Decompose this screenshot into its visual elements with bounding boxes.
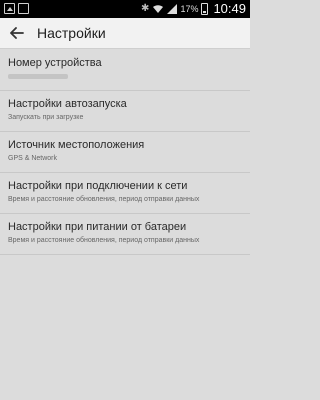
setting-device-number[interactable]: Номер устройства (0, 50, 250, 91)
image-notification-icon (4, 3, 15, 14)
setting-battery-power[interactable]: Настройки при питании от батареи Время и… (0, 214, 250, 255)
battery-icon (201, 3, 209, 15)
setting-subtitle: Время и расстояние обновления, период от… (8, 196, 200, 203)
setting-title: Настройки автозапуска (8, 98, 127, 110)
setting-location-source[interactable]: Источник местоположения GPS & Network (0, 132, 250, 173)
image-notification-icon (18, 3, 29, 14)
setting-subtitle: Запускать при загрузке (8, 114, 84, 121)
setting-title: Настройки при питании от батареи (8, 221, 187, 233)
wifi-icon (153, 5, 164, 13)
device-number-value-redacted (8, 74, 68, 79)
setting-subtitle: GPS & Network (8, 155, 58, 162)
bluetooth-icon: ✱ (141, 3, 150, 14)
clock: 10:49 (213, 1, 246, 16)
page-title: Настройки (37, 25, 106, 41)
setting-autostart[interactable]: Настройки автозапуска Запускать при загр… (0, 91, 250, 132)
status-bar-notifications (4, 3, 29, 14)
setting-subtitle: Время и расстояние обновления, период от… (8, 237, 200, 244)
setting-title: Настройки при подключении к сети (8, 180, 188, 192)
setting-network-connection[interactable]: Настройки при подключении к сети Время и… (0, 173, 250, 214)
setting-title: Номер устройства (8, 57, 102, 69)
setting-title: Источник местоположения (8, 139, 145, 151)
signal-icon (167, 4, 178, 14)
arrow-left-icon (10, 27, 24, 39)
status-bar-system: ✱ 17% 10:49 (141, 2, 246, 16)
battery-percent: 17% (180, 4, 199, 14)
status-bar: ✱ 17% 10:49 (0, 0, 250, 18)
settings-list: Номер устройства Настройки автозапуска З… (0, 50, 250, 255)
app-bar: Настройки (0, 18, 250, 49)
back-button[interactable] (6, 22, 28, 44)
